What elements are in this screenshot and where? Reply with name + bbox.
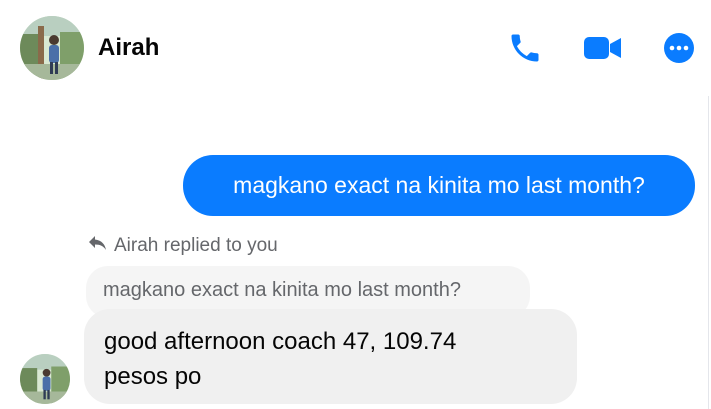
chat-header: Airah <box>0 0 711 96</box>
video-camera-icon[interactable] <box>583 30 623 66</box>
contact-avatar[interactable] <box>20 16 84 80</box>
contact-name[interactable]: Airah <box>98 33 159 63</box>
sender-avatar[interactable] <box>20 354 70 404</box>
more-options-icon[interactable] <box>663 32 695 64</box>
scrollbar-track[interactable] <box>708 96 709 409</box>
outgoing-message-bubble[interactable]: magkano exact na kinita mo last month? <box>183 155 695 216</box>
reply-info-text: Airah replied to you <box>114 235 278 256</box>
incoming-message-bubble[interactable]: good afternoon coach 47, 109.74 pesos po <box>84 309 577 404</box>
reply-arrow-icon <box>88 234 108 258</box>
phone-icon[interactable] <box>507 30 543 66</box>
reply-indicator: Airah replied to you <box>88 234 278 258</box>
